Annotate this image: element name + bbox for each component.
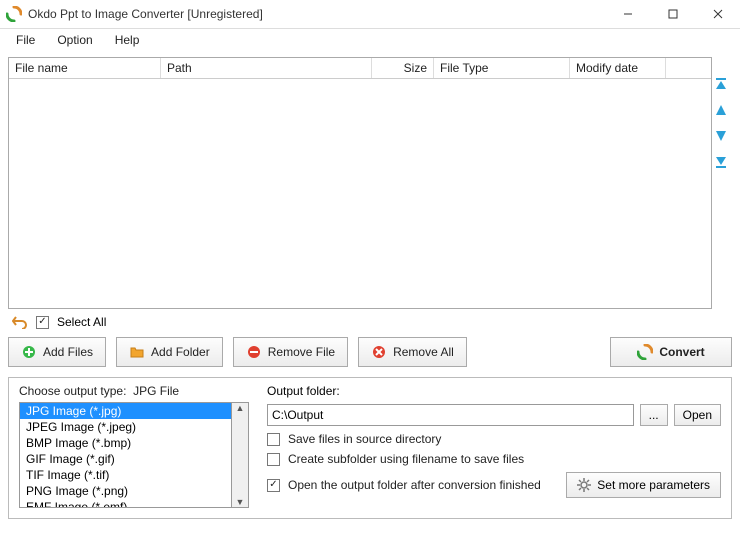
file-table-header: File name Path Size File Type Modify dat… [9,58,711,79]
close-button[interactable] [695,0,740,28]
convert-icon [637,344,653,360]
minus-icon [246,344,262,360]
convert-label: Convert [659,345,704,359]
select-all-checkbox[interactable] [36,316,49,329]
choose-output-type-label: Choose output type: [19,384,126,398]
create-subfolder-checkbox[interactable] [267,453,280,466]
undo-icon[interactable] [12,315,28,329]
app-icon [6,6,22,22]
col-path[interactable]: Path [161,58,372,78]
list-item[interactable]: GIF Image (*.gif) [20,451,231,467]
create-subfolder-label: Create subfolder using filename to save … [288,452,524,466]
col-size[interactable]: Size [372,58,434,78]
select-all-label: Select All [57,315,106,329]
col-padding [666,58,711,78]
remove-all-button[interactable]: Remove All [358,337,467,367]
list-item[interactable]: EMF Image (*.emf) [20,499,231,508]
open-folder-button[interactable]: Open [674,404,721,426]
menu-file[interactable]: File [6,31,45,49]
scroll-down-icon: ▼ [236,497,245,507]
scroll-up-icon: ▲ [236,403,245,413]
list-item[interactable]: BMP Image (*.bmp) [20,435,231,451]
plus-icon [21,344,37,360]
set-more-parameters-button[interactable]: Set more parameters [566,472,721,498]
list-item[interactable]: TIF Image (*.tif) [20,467,231,483]
remove-file-button[interactable]: Remove File [233,337,348,367]
window-title: Okdo Ppt to Image Converter [Unregistere… [28,7,605,21]
convert-button[interactable]: Convert [610,337,732,367]
output-panel: Choose output type: JPG File JPG Image (… [8,377,732,519]
menu-bar: File Option Help [0,29,740,51]
save-in-source-checkbox[interactable] [267,433,280,446]
output-folder-input[interactable] [267,404,634,426]
minimize-button[interactable] [605,0,650,28]
menu-option[interactable]: Option [47,31,102,49]
gear-icon [577,478,591,492]
add-folder-button[interactable]: Add Folder [116,337,223,367]
title-bar: Okdo Ppt to Image Converter [Unregistere… [0,0,740,29]
file-table[interactable]: File name Path Size File Type Modify dat… [8,57,712,309]
add-files-label: Add Files [43,345,93,359]
maximize-button[interactable] [650,0,695,28]
list-item[interactable]: JPG Image (*.jpg) [20,403,231,419]
list-scrollbar[interactable]: ▲▼ [232,402,249,508]
col-modify-date[interactable]: Modify date [570,58,666,78]
remove-all-icon [371,344,387,360]
remove-all-label: Remove All [393,345,454,359]
move-up-button[interactable] [714,103,730,119]
list-item[interactable]: PNG Image (*.png) [20,483,231,499]
browse-folder-button[interactable]: ... [640,404,668,426]
current-output-type: JPG File [133,384,179,398]
set-more-label: Set more parameters [597,478,710,492]
open-after-checkbox[interactable] [267,479,280,492]
add-files-button[interactable]: Add Files [8,337,106,367]
move-top-button[interactable] [714,77,730,93]
col-file-type[interactable]: File Type [434,58,570,78]
output-type-list[interactable]: JPG Image (*.jpg) JPEG Image (*.jpeg) BM… [19,402,232,508]
move-down-button[interactable] [714,129,730,145]
move-bottom-button[interactable] [714,155,730,171]
list-item[interactable]: JPEG Image (*.jpeg) [20,419,231,435]
open-after-label: Open the output folder after conversion … [288,478,541,492]
add-folder-label: Add Folder [151,345,210,359]
output-folder-label: Output folder: [267,384,721,398]
menu-help[interactable]: Help [105,31,150,49]
remove-file-label: Remove File [268,345,335,359]
folder-icon [129,344,145,360]
save-in-source-label: Save files in source directory [288,432,441,446]
reorder-strip [712,57,732,309]
col-file-name[interactable]: File name [9,58,161,78]
